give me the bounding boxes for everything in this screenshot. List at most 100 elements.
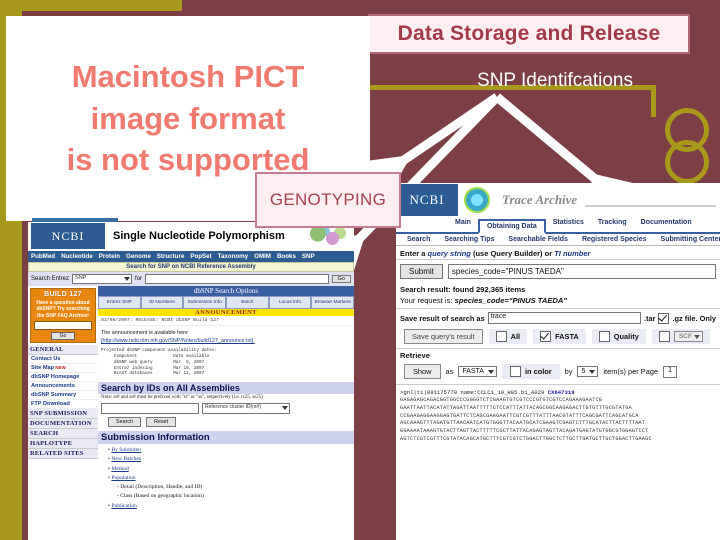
list-item[interactable]: • Publication [108,502,351,511]
sequence-line: GAATTAATTACATATTAGATTAATTTTTCTCCATTTATTA… [400,404,632,411]
retrieve-row[interactable]: Show as FASTA in color by 5 item(s) per … [396,362,720,384]
trace-subnav-search[interactable]: Search [400,236,437,243]
fasta-checkbox[interactable] [540,331,552,342]
entrez-search-input[interactable] [145,274,329,284]
items-per-page-select[interactable]: 5 [577,366,599,377]
list-item[interactable]: • New Batches [108,455,351,464]
by-label: by [564,367,573,376]
tab-id-numbers[interactable]: ID Numbers [140,296,184,309]
sidebar-item-dbsnp-homepage[interactable]: dbSNP Homepage [28,373,98,382]
list-item[interactable]: • Population [108,474,351,483]
submission-link-method[interactable]: Method [111,466,128,472]
trace-subnav-searchable-fields[interactable]: Searchable Fields [501,236,575,243]
nav-taxonomy[interactable]: Taxonomy [218,253,248,260]
list-item[interactable]: - Detail (Description, Handle, and ID) [108,483,351,492]
sidebar-item-ftp-download[interactable]: FTP Download [28,400,98,409]
faq-search-input[interactable] [34,320,92,330]
sidebar-list[interactable]: GENERAL Contact Us Site Map NEW dbSNP Homep… [28,344,98,459]
search-ids-buttons[interactable]: Search Reset [98,416,354,428]
in-color-checkbox[interactable] [509,366,521,377]
broken-image-line-1: Macintosh PICT [71,59,305,95]
save-options-row[interactable]: Save query's result All FASTA Quality SC… [396,327,720,348]
trace-nav-tracking[interactable]: Tracking [591,217,634,232]
announcement-link[interactable]: [http://www.ncbi.nlm.nih.gov/SNP/Notes/b… [101,338,255,344]
list-item[interactable]: • By Submitter [108,446,351,455]
save-filename-input[interactable]: trace [487,312,641,324]
trace-nav-documentation[interactable]: Documentation [634,217,699,232]
quality-option[interactable]: Quality [591,329,646,344]
faq-go-button[interactable]: Go [51,331,75,340]
search-ids-input[interactable] [101,403,199,415]
submission-link-publication[interactable]: Publication [111,503,136,509]
tab-browser-markers[interactable]: Browser Markers [311,296,354,309]
sidebar-item-site-map[interactable]: Site Map NEW [28,364,98,373]
ncbi-nav-bar[interactable]: PubMed Nucleotide Protein Genome Structu… [28,251,354,262]
nav-nucleotide[interactable]: Nucleotide [61,253,93,260]
nav-popset[interactable]: PopSet [190,253,211,260]
trace-primary-nav[interactable]: Main Obtaining Data Statistics Tracking Docu… [396,217,720,234]
save-query-result-button[interactable]: Save query's result [404,329,483,344]
nav-genome[interactable]: Genome [126,253,151,260]
query-input[interactable]: species_code="PINUS TAEDA" [447,264,716,279]
ncbi-logo[interactable]: NCBI [31,223,105,249]
trace-nav-main[interactable]: Main [448,217,478,232]
trace-subnav-registered-species[interactable]: Registered Species [575,236,654,243]
tab-entrez-snp[interactable]: Entrez SNP [98,296,141,309]
reset-button[interactable]: Reset [146,417,177,428]
scf-select[interactable]: SCF [673,331,703,342]
dbsnp-sidebar[interactable]: BUILD 127 Have a question about dbSNP? T… [28,286,98,540]
sidebar-item-contact-us[interactable]: Contact Us [28,355,98,364]
nav-pubmed[interactable]: PubMed [31,253,55,260]
announcement-release-line: 03/06/2007: RELEASE: NCBI dbSNP Build 12… [98,316,354,326]
submission-link-by-submitter[interactable]: By Submitter [111,447,141,453]
sidebar-item-dbsnp-summary[interactable]: dbSNP Summary [28,391,98,400]
scf-option[interactable]: SCF [651,329,710,344]
scf-checkbox[interactable] [658,331,670,342]
tab-locus-info[interactable]: Locus Info [268,296,312,309]
query-submit-row[interactable]: Submit species_code="PINUS TAEDA" [396,260,720,283]
trace-nav-statistics[interactable]: Statistics [546,217,591,232]
list-item[interactable]: - Class (Based on geographic location) [108,492,351,501]
trace-nav-obtaining-data[interactable]: Obtaining Data [477,219,546,234]
trace-archive-icon [464,187,490,213]
fasta-option[interactable]: FASTA [533,329,586,344]
trace-archive-screenshot[interactable]: NCBI Trace Archive Main Obtaining Data Sta… [396,183,720,540]
sidebar-item-announcements[interactable]: Announcements [28,382,98,391]
submit-button[interactable]: Submit [400,264,443,279]
format-select[interactable]: FASTA [458,366,497,377]
list-item[interactable]: • Method [108,465,351,474]
nav-omim[interactable]: OMIM [254,253,271,260]
entrez-search-row[interactable]: Search Entrez SNP for Go [28,272,354,286]
gz-checkbox[interactable] [658,312,670,324]
all-option[interactable]: All [488,329,528,344]
search-option-tabs[interactable]: Entrez SNP ID Numbers Submission Info Batch… [98,296,354,309]
page-title: Data Storage and Release [368,14,690,54]
nav-structure[interactable]: Structure [157,253,185,260]
search-ids-row[interactable]: Reference cluster ID(rs#) [98,401,354,416]
trace-subnav-searching-tips[interactable]: Searching Tips [437,236,501,243]
dbsnp-screenshot[interactable]: NCBI Single Nucleotide Polymorphism PubM… [28,222,354,540]
query-prompt: Enter a query string (use Query Builder)… [396,246,720,260]
nav-protein[interactable]: Protein [99,253,120,260]
submission-link-population[interactable]: Population [111,475,135,481]
search-button[interactable]: Search [108,417,142,428]
tab-submission-info[interactable]: Submission Info [183,296,227,309]
retrieve-heading: Retrieve [396,348,720,362]
in-color-option[interactable]: in color [501,364,560,379]
trace-subnav-submitting-centers[interactable]: Submitting Centers [654,236,720,243]
ncbi-logo[interactable]: NCBI [396,184,458,216]
submission-link-new-batches[interactable]: New Batches [111,456,141,462]
entrez-database-select[interactable]: SNP [72,274,133,284]
nav-snp[interactable]: SNP [302,253,315,260]
submission-info-list[interactable]: • By Submitter • New Batches • Method • Pop… [98,444,354,513]
entrez-go-button[interactable]: Go [331,275,351,283]
show-button[interactable]: Show [404,364,441,379]
nav-books[interactable]: Books [277,253,296,260]
trace-secondary-nav[interactable]: Search Searching Tips Searchable Fields Reg… [396,234,720,246]
tab-batch[interactable]: Batch [226,296,269,309]
cluster-id-select[interactable]: Reference cluster ID(rs#) [202,403,290,415]
quality-checkbox[interactable] [598,331,610,342]
page-number-input[interactable]: 1 [663,365,678,378]
all-checkbox[interactable] [495,331,507,342]
save-result-row[interactable]: Save result of search as trace .tar .gz … [396,308,720,327]
